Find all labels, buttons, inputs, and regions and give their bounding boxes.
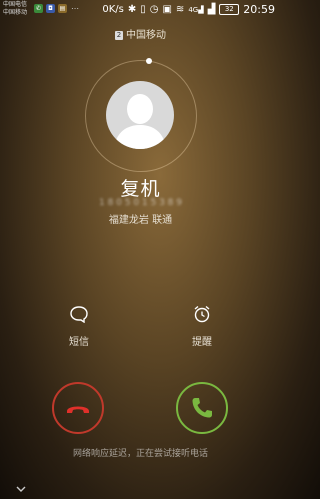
app-notification-icon: ◘ xyxy=(46,4,55,13)
caller-number: 1 8 0 5 0 1 5 3 8 9 xyxy=(98,198,182,208)
notification-icons: ✆ ◘ ▤ ⋯ xyxy=(34,4,79,13)
status-bar: 中国电信 中国移动 ✆ ◘ ▤ ⋯ 0K/s ✱ ▯ ◷ ▣ ≋ 4G▟ ▟ 3… xyxy=(0,0,281,20)
caller-name: 复机 xyxy=(120,178,161,200)
chevron-down-icon[interactable] xyxy=(16,478,26,497)
sim-label: 中国移动 xyxy=(126,30,166,41)
carrier-1: 中国电信 xyxy=(3,1,28,8)
carrier-labels: 中国电信 中国移动 xyxy=(3,1,27,17)
sim-badge: 2 xyxy=(115,30,123,40)
remind-button[interactable]: 提醒 xyxy=(177,305,227,348)
more-notifications-icon: ⋯ xyxy=(71,4,79,13)
remind-label: 提醒 xyxy=(192,337,212,348)
alarm-clock-icon xyxy=(194,305,210,323)
network-speed: 0K/s xyxy=(102,4,124,15)
download-notification-icon: ▤ xyxy=(58,4,67,13)
network-delay-message: 网络响应延迟，正在尝试接听电话 xyxy=(72,449,208,459)
sim-indicator: 2 中国移动 xyxy=(0,26,281,41)
person-icon xyxy=(114,94,166,149)
sms-label: 短信 xyxy=(69,337,89,348)
carrier-2: 中国移动 xyxy=(3,9,28,16)
nfc-icon: ▣ xyxy=(162,4,172,15)
bluetooth-icon: ✱ xyxy=(127,4,137,15)
signal-label: 4G xyxy=(188,5,199,14)
signal-icon-2: ▟ xyxy=(207,4,216,15)
answer-call-button[interactable] xyxy=(176,382,228,434)
decline-call-button[interactable] xyxy=(52,382,104,434)
clock: 20:59 xyxy=(243,3,275,16)
sms-button[interactable]: 短信 xyxy=(54,305,104,348)
wifi-icon: ≋ xyxy=(175,4,185,15)
status-right: 0K/s ✱ ▯ ◷ ▣ ≋ 4G▟ ▟ 32 20:59 xyxy=(102,3,275,16)
phone-notification-icon: ✆ xyxy=(34,4,43,13)
vibrate-icon: ▯ xyxy=(140,4,146,15)
battery-icon: 32 xyxy=(219,4,240,15)
phone-answer-icon xyxy=(192,398,212,418)
hang-up-icon xyxy=(67,406,89,413)
alarm-icon: ◷ xyxy=(149,4,159,15)
caller-location: 福建龙岩 联通 xyxy=(108,215,173,226)
message-icon xyxy=(70,306,88,324)
ring-indicator-dot xyxy=(146,58,152,64)
signal-icon: 4G▟ xyxy=(188,5,204,14)
avatar xyxy=(106,81,174,149)
